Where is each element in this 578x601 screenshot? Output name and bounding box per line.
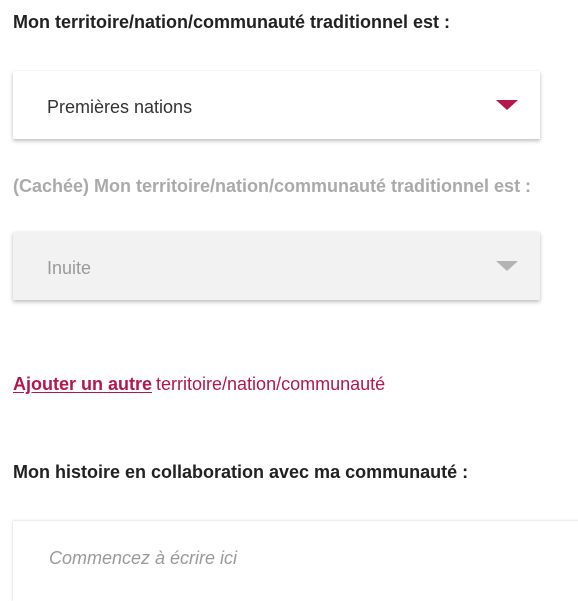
add-another-row: Ajouter un autre territoire/nation/commun… xyxy=(13,374,385,395)
territory-label: Mon territoire/nation/communauté traditi… xyxy=(13,12,451,32)
territory-select-value: Premières nations xyxy=(47,97,193,117)
add-another-link[interactable]: Ajouter un autre xyxy=(13,374,152,394)
chevron-down-icon xyxy=(496,261,518,271)
hidden-territory-label: (Cachée) Mon territoire/nation/communaut… xyxy=(13,176,532,196)
story-textarea[interactable]: Commencez à écrire ici xyxy=(13,521,578,601)
hidden-territory-select-value: Inuite xyxy=(47,258,92,278)
story-label: Mon histoire en collaboration avec ma co… xyxy=(13,462,469,482)
hidden-territory-select: Inuite xyxy=(13,232,540,300)
chevron-down-icon xyxy=(496,100,518,110)
story-placeholder: Commencez à écrire ici xyxy=(49,548,238,568)
add-another-suffix: territoire/nation/communauté xyxy=(156,374,386,394)
territory-select[interactable]: Premières nations xyxy=(13,71,540,139)
